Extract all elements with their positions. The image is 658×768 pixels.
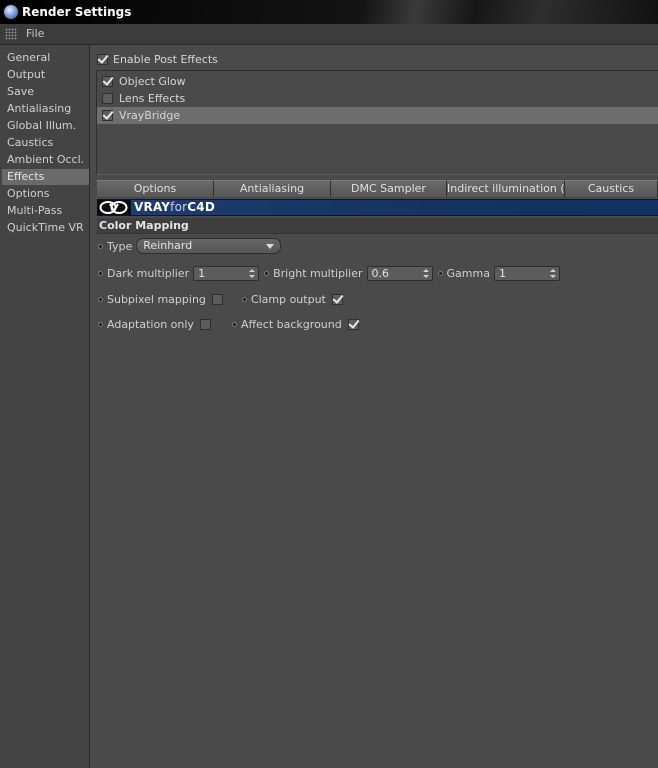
- object-glow-checkbox[interactable]: [102, 76, 113, 87]
- sidebar-item-multi-pass[interactable]: Multi-Pass: [2, 203, 89, 219]
- affect-background-label: Affect background: [240, 317, 342, 331]
- spinner-arrows-icon[interactable]: [549, 268, 556, 278]
- bright-multiplier-value: 0.6: [371, 266, 390, 280]
- animation-dot-icon[interactable]: [98, 321, 103, 327]
- clamp-output-checkbox[interactable]: [331, 293, 343, 305]
- cinema4d-app-icon: [3, 4, 19, 20]
- enable-post-effects-label: Enable Post Effects: [113, 52, 218, 66]
- list-item-lens-effects[interactable]: Lens Effects: [97, 90, 658, 107]
- menubar: File: [0, 24, 658, 45]
- lens-effects-label: Lens Effects: [119, 92, 186, 105]
- sidebar-item-global-illum[interactable]: Global Illum.: [2, 118, 89, 134]
- menu-file[interactable]: File: [26, 27, 44, 40]
- sidebar-item-general[interactable]: General: [2, 50, 89, 66]
- affect-background-checkbox[interactable]: [347, 318, 359, 330]
- sidebar-item-options[interactable]: Options: [2, 186, 89, 202]
- subpixel-row: Subpixel mapping Clamp output: [98, 290, 343, 308]
- sidebar-item-caustics[interactable]: Caustics: [2, 135, 89, 151]
- animation-dot-icon[interactable]: [241, 296, 247, 302]
- animation-dot-icon[interactable]: [98, 296, 103, 302]
- gamma-value: 1: [498, 266, 506, 280]
- subpixel-mapping-label: Subpixel mapping: [107, 292, 206, 306]
- post-effects-list: Object Glow Lens Effects VrayBridge: [96, 70, 658, 175]
- multipliers-row: Dark multiplier 1 Bright multiplier 0.6 …: [98, 264, 565, 282]
- sidebar-item-output[interactable]: Output: [2, 67, 89, 83]
- tab-indirect-illumination[interactable]: Indirect illumination (GI): [447, 180, 565, 197]
- spinner-arrows-icon[interactable]: [422, 268, 429, 278]
- object-glow-label: Object Glow: [119, 75, 186, 88]
- tab-caustics[interactable]: Caustics: [565, 180, 658, 197]
- brand-for: for: [170, 200, 188, 214]
- sidebar-item-effects[interactable]: Effects: [2, 169, 89, 185]
- type-value: Reinhard: [143, 239, 193, 252]
- animation-dot-icon[interactable]: [437, 270, 443, 276]
- animation-dot-icon[interactable]: [231, 321, 237, 327]
- type-row: Type Reinhard: [98, 237, 282, 255]
- vray-tab-bar: Options Antialiasing DMC Sampler Indirec…: [97, 180, 658, 197]
- adaptation-only-checkbox[interactable]: [199, 318, 211, 330]
- grip-dots-icon[interactable]: [5, 28, 17, 40]
- vraybridge-checkbox[interactable]: [102, 110, 113, 121]
- clamp-output-label: Clamp output: [250, 292, 326, 306]
- vray-brand-text: VRAYforC4D: [134, 200, 215, 215]
- list-item-object-glow[interactable]: Object Glow: [97, 73, 658, 90]
- chevron-down-icon: [266, 244, 275, 249]
- sidebar-item-quicktime-vr[interactable]: QuickTime VR: [2, 220, 89, 236]
- type-dropdown[interactable]: Reinhard: [136, 238, 282, 254]
- brand-c4d: C4D: [187, 200, 215, 214]
- bright-multiplier-field[interactable]: 0.6: [366, 265, 433, 281]
- enable-post-effects-row[interactable]: Enable Post Effects: [97, 52, 218, 66]
- color-mapping-header[interactable]: Color Mapping: [97, 218, 658, 234]
- vray-logo-icon: [97, 200, 131, 215]
- brand-vray: VRAY: [134, 200, 171, 214]
- dark-multiplier-field[interactable]: 1: [193, 265, 260, 281]
- effects-panel: Enable Post Effects Object Glow Lens Eff…: [91, 45, 658, 768]
- type-label: Type: [107, 239, 133, 253]
- dark-multiplier-label: Dark multiplier: [107, 266, 190, 280]
- sidebar-item-antialiasing[interactable]: Antialiasing: [2, 101, 89, 117]
- animation-dot-icon[interactable]: [98, 243, 103, 249]
- dark-multiplier-value: 1: [198, 266, 206, 280]
- settings-sidebar: General Output Save Antialiasing Global …: [0, 45, 90, 768]
- adaptation-only-label: Adaptation only: [107, 317, 194, 331]
- spinner-arrows-icon[interactable]: [249, 268, 256, 278]
- tab-dmc-sampler[interactable]: DMC Sampler: [331, 180, 447, 197]
- gamma-field[interactable]: 1: [493, 265, 560, 281]
- gamma-label: Gamma: [446, 266, 490, 280]
- lens-effects-checkbox[interactable]: [102, 93, 113, 104]
- list-item-vraybridge[interactable]: VrayBridge: [97, 107, 658, 124]
- vraybridge-label: VrayBridge: [119, 109, 181, 122]
- window-title: Render Settings: [22, 5, 132, 19]
- subpixel-mapping-checkbox[interactable]: [211, 293, 223, 305]
- sidebar-item-save[interactable]: Save: [2, 84, 89, 100]
- tab-options[interactable]: Options: [97, 180, 214, 197]
- enable-post-effects-checkbox[interactable]: [97, 53, 108, 65]
- window-titlebar[interactable]: Render Settings: [0, 0, 658, 24]
- adaptation-row: Adaptation only Affect background: [98, 315, 359, 333]
- bright-multiplier-label: Bright multiplier: [273, 266, 363, 280]
- tab-antialiasing[interactable]: Antialiasing: [214, 180, 331, 197]
- animation-dot-icon[interactable]: [264, 270, 270, 276]
- animation-dot-icon[interactable]: [98, 270, 103, 276]
- sidebar-item-ambient-occl[interactable]: Ambient Occl.: [2, 152, 89, 168]
- vray-banner: VRAYforC4D: [97, 199, 658, 216]
